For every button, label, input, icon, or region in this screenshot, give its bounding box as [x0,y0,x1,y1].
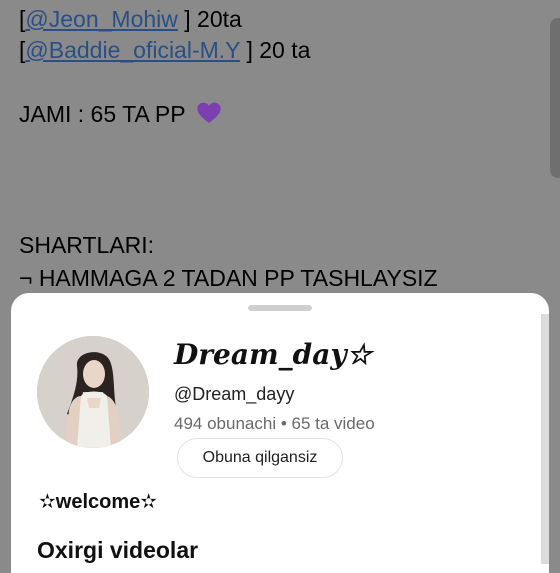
rules-item: ¬ HAMMAGA 2 TADAN PP TASHLAYSIZ [19,265,438,291]
count-text: ] 20 ta [240,37,311,63]
channel-stats: 494 obunachi • 65 ta video [174,414,375,433]
drag-handle[interactable] [248,305,312,311]
channel-name: Dream_day☆ [174,338,372,371]
subscribed-button[interactable]: Obuna qilgansiz [177,438,343,478]
avatar-photo [37,336,149,448]
purple-heart-icon [196,101,222,125]
channel-description: ✫welcome✫ [39,491,157,513]
channel-bottom-sheet: Dream_day☆ @Dream_dayy 494 obunachi • 65… [11,293,549,573]
sheet-scrollbar[interactable] [541,314,549,564]
edge-scroll-handle[interactable] [550,18,560,178]
total-text: JAMI : 65 TA PP [19,101,186,127]
total-line: JAMI : 65 TA PP [19,101,222,128]
mention-link[interactable]: @Baddie_oficial-M.Y [25,37,240,63]
mention-line-1: [@Jeon_Mohiw ] 20ta [19,6,242,33]
channel-handle: @Dream_dayy [174,384,295,404]
mention-line-2: [@Baddie_oficial-M.Y ] 20 ta [19,37,310,64]
avatar[interactable] [37,336,149,448]
rules-heading: SHARTLARI: [19,232,155,258]
count-text: ] 20ta [177,6,242,32]
mention-link[interactable]: @Jeon_Mohiw [25,6,177,32]
